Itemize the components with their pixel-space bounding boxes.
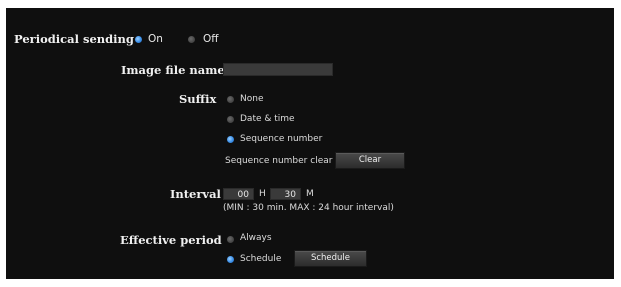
periodical-sending-label: Periodical sending: [14, 32, 134, 46]
suffix-date-time-radio[interactable]: [227, 116, 234, 123]
interval-label: Interval: [170, 187, 221, 201]
sequence-number-clear-label: Sequence number clear: [225, 156, 333, 166]
suffix-none-label[interactable]: None: [240, 94, 263, 104]
effective-period-schedule-label[interactable]: Schedule: [240, 254, 281, 264]
interval-hours-unit: H: [259, 189, 266, 199]
effective-period-schedule-radio[interactable]: [227, 256, 234, 263]
interval-minutes-unit: M: [306, 189, 314, 199]
effective-period-always-radio[interactable]: [227, 236, 234, 243]
effective-period-label: Effective period: [120, 233, 222, 247]
interval-note: (MIN : 30 min. MAX : 24 hour interval): [223, 203, 394, 213]
suffix-sequence-number-radio[interactable]: [227, 136, 234, 143]
periodical-sending-on-radio[interactable]: [135, 36, 142, 43]
periodical-sending-off-radio[interactable]: [188, 36, 195, 43]
settings-panel: Periodical sending On Off Image file nam…: [6, 8, 614, 279]
periodical-sending-on-label[interactable]: On: [148, 33, 163, 45]
interval-minutes-input[interactable]: 30: [270, 188, 301, 200]
periodical-sending-off-label[interactable]: Off: [203, 33, 219, 45]
suffix-sequence-number-label[interactable]: Sequence number: [240, 134, 322, 144]
suffix-date-time-label[interactable]: Date & time: [240, 114, 295, 124]
suffix-none-radio[interactable]: [227, 96, 234, 103]
image-file-name-input[interactable]: [223, 63, 333, 76]
interval-hours-input[interactable]: 00: [223, 188, 254, 200]
clear-button[interactable]: Clear: [335, 152, 405, 169]
schedule-button[interactable]: Schedule: [294, 250, 367, 267]
suffix-label: Suffix: [179, 92, 217, 106]
effective-period-always-label[interactable]: Always: [240, 233, 272, 243]
image-file-name-label: Image file name: [121, 63, 225, 77]
